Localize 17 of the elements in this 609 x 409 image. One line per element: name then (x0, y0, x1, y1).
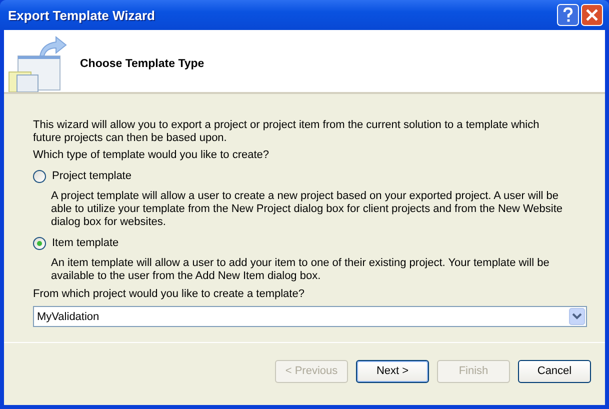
project-prompt-label: From which project would you like to create a template? (33, 288, 306, 301)
wizard-button[interactable]: Cancel (518, 360, 591, 382)
radio-label[interactable]: Project template (52, 170, 132, 182)
project-dropdown[interactable]: MyValidation (33, 306, 587, 327)
help-button[interactable] (557, 4, 579, 26)
option-description: An item template will allow a user to add your item to one of their existing project. Your template will be available to the user from the Add New Item dialog box. (51, 257, 550, 283)
wizard-button[interactable]: Next > (356, 360, 429, 382)
close-button[interactable] (581, 4, 603, 26)
window-title: Export Template Wizard (8, 8, 155, 22)
intro-text: This wizard will allow you to export a project or project item from the current solution to a template which future projects can then be based upon. (33, 119, 540, 145)
option-description: A project template will allow a user to create a new project based on your exported project. A user will be able to utilize your template from the New Project dialog box for client projects and from the New Website dialog box for websites. (51, 190, 564, 229)
page-heading: Choose Template Type (80, 58, 204, 70)
question-label: Which type of template would you like to create? (33, 149, 270, 162)
radio-button[interactable] (33, 236, 46, 250)
radio-button[interactable] (33, 170, 46, 182)
template-export-icon (6, 34, 68, 92)
radio-label[interactable]: Item template (52, 237, 119, 249)
